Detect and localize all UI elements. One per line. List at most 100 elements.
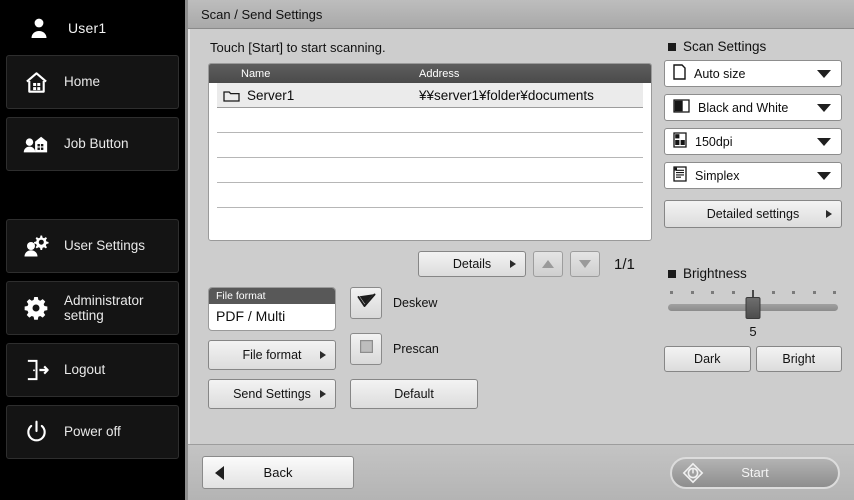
prescan-row[interactable]: Prescan xyxy=(350,333,500,365)
start-diamond-icon xyxy=(682,462,704,484)
scan-setting-label: Auto size xyxy=(694,66,746,81)
column-header-address: Address xyxy=(419,67,460,80)
page-title: Scan / Send Settings xyxy=(201,6,323,22)
sidebar-user-row: User1 xyxy=(6,0,179,55)
dark-button[interactable]: Dark xyxy=(664,346,751,372)
default-button-label: Default xyxy=(394,387,434,401)
toggle-column: Deskew Prescan Default xyxy=(350,287,500,409)
user-icon xyxy=(26,15,52,41)
destination-list-rows: Server1 ¥¥server1¥folder¥documents xyxy=(209,83,651,233)
scroll-down-button[interactable] xyxy=(570,251,600,277)
user-settings-icon xyxy=(23,233,49,259)
default-button[interactable]: Default xyxy=(350,379,478,409)
arrow-left-icon xyxy=(215,465,224,480)
titlebar: Scan / Send Settings xyxy=(188,0,854,29)
table-row-empty[interactable] xyxy=(217,133,643,158)
file-format-caption: File format xyxy=(209,288,335,304)
sidebar-item-power-off[interactable]: Power off xyxy=(6,405,179,459)
table-cell-address: ¥¥server1¥folder¥documents xyxy=(419,87,594,103)
details-button[interactable]: Details xyxy=(418,251,526,277)
chevron-down-icon xyxy=(817,103,831,112)
tick-mark xyxy=(711,291,714,294)
detailed-settings-button[interactable]: Detailed settings xyxy=(664,200,842,228)
scan-setting-paper-size[interactable]: Auto size xyxy=(664,60,842,87)
job-button-icon xyxy=(23,131,49,157)
brightness-section: Brightness 5 Dark Bright xyxy=(664,266,842,372)
tick-mark xyxy=(833,291,836,294)
scan-setting-duplex[interactable]: Simplex xyxy=(664,162,842,189)
home-icon xyxy=(23,69,49,95)
chevron-right-icon xyxy=(826,210,832,218)
chevron-down-icon xyxy=(817,137,831,146)
brightness-value: 5 xyxy=(749,324,757,339)
deskew-row[interactable]: Deskew xyxy=(350,287,500,319)
sidebar-item-label: Home xyxy=(64,74,101,90)
scan-settings-title: Scan Settings xyxy=(664,39,842,54)
paper-size-icon xyxy=(673,64,686,83)
scan-setting-label: Simplex xyxy=(695,168,740,183)
back-button-label: Back xyxy=(263,465,293,480)
sidebar-item-home[interactable]: Home xyxy=(6,55,179,109)
printer-touch-panel: User1 Home Job Button User Settings Admi… xyxy=(0,0,854,500)
start-button-label: Start xyxy=(741,465,769,480)
scan-setting-color-mode[interactable]: Black and White xyxy=(664,94,842,121)
chevron-right-icon xyxy=(510,260,516,268)
bright-button[interactable]: Bright xyxy=(755,346,842,372)
sidebar-item-label: Job Button xyxy=(64,136,129,152)
sidebar-item-label: Power off xyxy=(64,424,121,440)
prescan-checkbox[interactable] xyxy=(350,333,382,365)
right-column: Scan Settings Auto size Black and White … xyxy=(658,29,854,444)
tick-mark xyxy=(670,291,673,294)
deskew-checkbox[interactable] xyxy=(350,287,382,319)
chevron-down-icon xyxy=(817,171,831,180)
back-button[interactable]: Back xyxy=(202,456,354,489)
tick-mark xyxy=(771,291,775,294)
sidebar-item-logout[interactable]: Logout xyxy=(6,343,179,397)
body-area: Touch [Start] to start scanning. Name Ad… xyxy=(188,29,854,444)
scan-setting-label: 150dpi xyxy=(695,134,733,149)
destination-list[interactable]: Name Address Server1 ¥¥server1¥folder¥do… xyxy=(208,63,652,241)
chevron-right-icon xyxy=(320,390,326,398)
file-format-button[interactable]: File format xyxy=(208,340,336,370)
scan-setting-resolution[interactable]: 150dpi xyxy=(664,128,842,155)
bullet-square-icon xyxy=(668,269,676,278)
file-format-value: PDF / Multi xyxy=(216,308,286,324)
dark-button-label: Dark xyxy=(694,352,721,366)
tick-mark xyxy=(812,291,816,294)
color-mode-icon xyxy=(673,99,690,116)
brightness-slider[interactable] xyxy=(668,289,838,323)
sidebar-item-user-settings[interactable]: User Settings xyxy=(6,219,179,273)
sidebar-item-label: Logout xyxy=(64,362,106,378)
table-cell-name: Server1 xyxy=(219,88,419,103)
page-indicator: 1/1 xyxy=(614,255,635,273)
table-row-empty[interactable] xyxy=(217,108,643,133)
file-format-column: File format PDF / Multi File format Send… xyxy=(208,287,336,409)
bottom-bar: Back Start xyxy=(188,444,854,500)
lower-controls: File format PDF / Multi File format Send… xyxy=(208,287,658,409)
table-cell-name-text: Server1 xyxy=(247,87,295,103)
sidebar-item-job-button[interactable]: Job Button xyxy=(6,117,179,171)
gear-icon xyxy=(23,295,49,321)
send-settings-button[interactable]: Send Settings xyxy=(208,379,336,409)
chevron-up-icon xyxy=(542,260,554,268)
table-row-empty[interactable] xyxy=(217,208,643,233)
chevron-down-icon xyxy=(579,260,591,268)
table-row-empty[interactable] xyxy=(217,158,643,183)
detailed-settings-label: Detailed settings xyxy=(706,207,800,221)
check-icon xyxy=(357,293,376,314)
main-panel: Scan / Send Settings Touch [Start] to st… xyxy=(188,0,854,500)
sidebar: User1 Home Job Button User Settings Admi… xyxy=(0,0,188,500)
slider-thumb[interactable] xyxy=(745,297,761,319)
table-row[interactable]: Server1 ¥¥server1¥folder¥documents xyxy=(217,83,643,108)
sidebar-item-administrator-setting[interactable]: Administrator setting xyxy=(6,281,179,335)
scroll-up-button[interactable] xyxy=(533,251,563,277)
column-header-name: Name xyxy=(241,67,271,80)
bright-button-label: Bright xyxy=(782,352,816,366)
square-icon xyxy=(359,340,373,358)
left-column: Touch [Start] to start scanning. Name Ad… xyxy=(190,29,658,444)
send-settings-button-label: Send Settings xyxy=(233,387,311,401)
table-row-empty[interactable] xyxy=(217,183,643,208)
start-button[interactable]: Start xyxy=(670,456,840,489)
